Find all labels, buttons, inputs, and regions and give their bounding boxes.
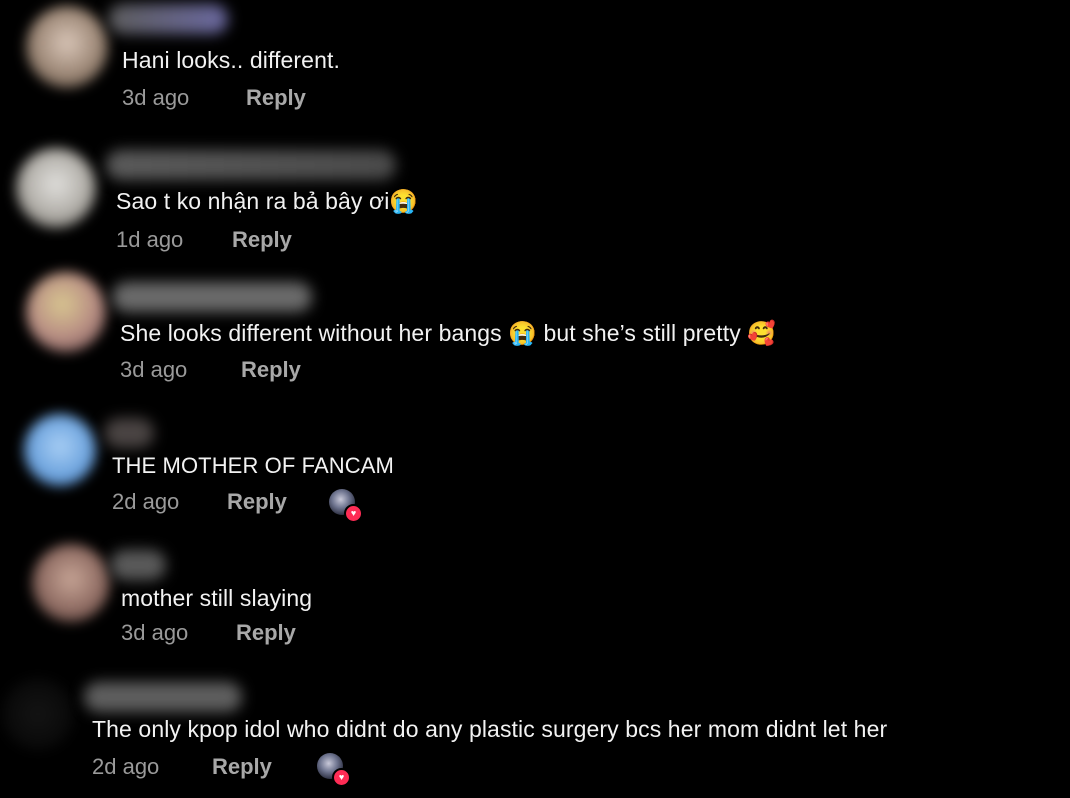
reply-button[interactable]: Reply <box>227 489 287 515</box>
comment-text: mother still slaying <box>121 585 313 611</box>
comment-text: She looks different without her bangs 😭 … <box>120 320 777 346</box>
comment-timestamp: 2d ago <box>112 489 180 514</box>
creator-liked-badge: ♥ <box>329 489 363 523</box>
heart-icon: ♥ <box>344 504 363 523</box>
reply-button[interactable]: Reply <box>241 357 301 383</box>
comment-timestamp: 3d ago <box>120 357 188 382</box>
reply-button[interactable]: Reply <box>232 227 292 253</box>
reply-button[interactable]: Reply <box>212 754 272 780</box>
comment-timestamp: 1d ago <box>116 227 184 252</box>
comment-text: The only kpop idol who didnt do any plas… <box>92 716 888 742</box>
comment-text: Sao t ko nhận ra bả bây ơi😭 <box>116 188 419 214</box>
avatar[interactable] <box>26 272 106 352</box>
avatar[interactable] <box>26 6 108 88</box>
avatar[interactable] <box>16 148 96 228</box>
username-blurred[interactable] <box>104 418 154 448</box>
username-blurred[interactable] <box>106 150 396 180</box>
comment-text: THE MOTHER OF FANCAM <box>112 453 394 478</box>
reply-button[interactable]: Reply <box>246 85 306 111</box>
comment-timestamp: 3d ago <box>121 620 189 645</box>
username-blurred[interactable] <box>112 282 312 312</box>
username-blurred[interactable] <box>110 550 166 580</box>
username-blurred[interactable] <box>108 4 228 34</box>
avatar[interactable] <box>24 414 96 486</box>
comment-timestamp: 2d ago <box>92 754 160 779</box>
comment-text: Hani looks.. different. <box>122 47 340 73</box>
comment-timestamp: 3d ago <box>122 85 190 110</box>
avatar[interactable] <box>2 678 74 750</box>
avatar[interactable] <box>32 544 110 622</box>
heart-icon: ♥ <box>332 768 351 787</box>
creator-liked-badge: ♥ <box>317 753 351 787</box>
reply-button[interactable]: Reply <box>236 620 296 646</box>
username-blurred[interactable] <box>84 682 242 712</box>
